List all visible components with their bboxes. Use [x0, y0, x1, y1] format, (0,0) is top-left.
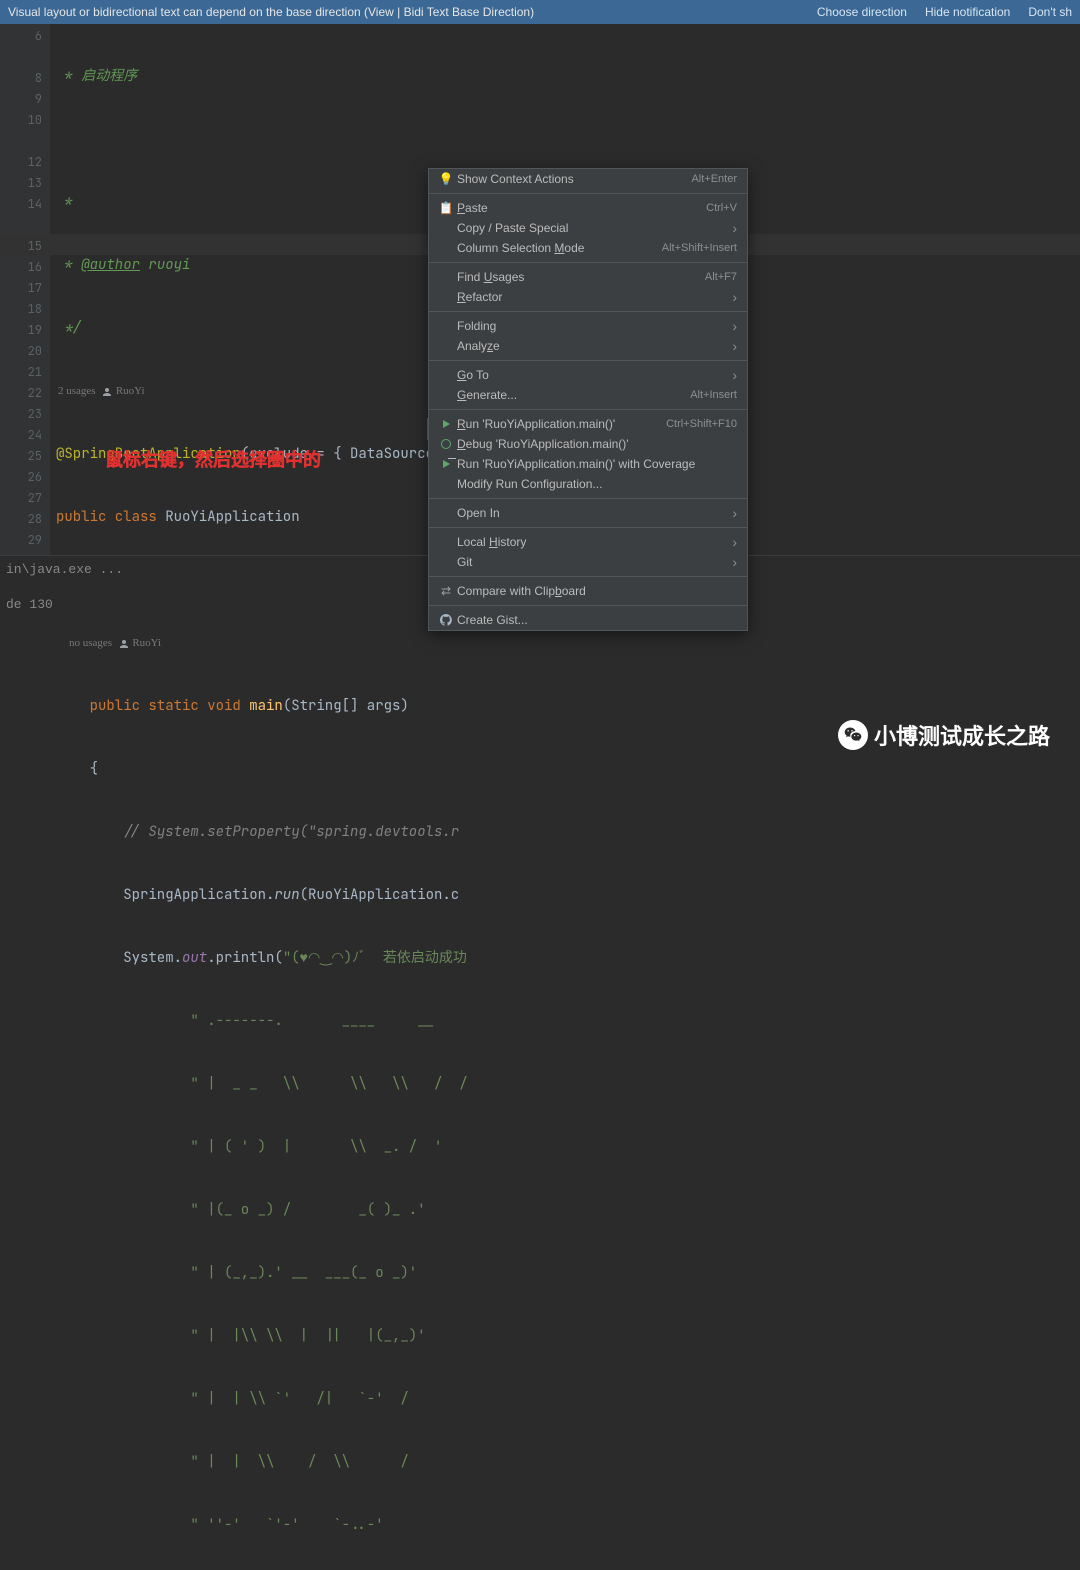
- menu-find-usages[interactable]: Find UsagesAlt+F7: [429, 267, 747, 287]
- choose-direction-link[interactable]: Choose direction: [817, 5, 907, 19]
- menu-compare-clipboard[interactable]: ⇄Compare with Clipboard: [429, 581, 747, 601]
- watermark: 小博测试成长之路: [838, 719, 1050, 751]
- instruction-annotation: 鼠标右键，然后选择圈中的: [105, 446, 321, 472]
- menu-go-to[interactable]: Go To: [429, 365, 747, 385]
- github-icon: [437, 614, 455, 626]
- menu-debug-main[interactable]: Debug 'RuoYiApplication.main()': [429, 434, 747, 454]
- gutter: 6 8 9 10 12 13 14 15 16 17 18 19 20 21 2…: [0, 24, 50, 555]
- menu-refactor[interactable]: Refactor: [429, 287, 747, 307]
- person-icon: [101, 386, 113, 398]
- menu-context-actions[interactable]: 💡Show Context ActionsAlt+Enter: [429, 169, 747, 189]
- menu-folding[interactable]: Folding: [429, 316, 747, 336]
- menu-modify-config[interactable]: Modify Run Configuration...: [429, 474, 747, 494]
- menu-open-in[interactable]: Open In: [429, 503, 747, 523]
- menu-run-coverage[interactable]: Run 'RuoYiApplication.main()' with Cover…: [429, 454, 747, 474]
- bulb-icon: 💡: [437, 172, 455, 186]
- watermark-text: 小博测试成长之路: [874, 719, 1050, 751]
- notification-message: Visual layout or bidirectional text can …: [8, 5, 817, 19]
- menu-local-history[interactable]: Local History: [429, 532, 747, 552]
- menu-run-main[interactable]: Run 'RuoYiApplication.main()'Ctrl+Shift+…: [429, 414, 747, 434]
- menu-analyze[interactable]: Analyze: [429, 336, 747, 356]
- menu-generate[interactable]: Generate...Alt+Insert: [429, 385, 747, 405]
- hide-notification-link[interactable]: Hide notification: [925, 5, 1010, 19]
- paste-icon: 📋: [437, 201, 455, 215]
- menu-paste[interactable]: 📋PasteCtrl+V: [429, 198, 747, 218]
- compare-icon: ⇄: [437, 584, 455, 598]
- notification-links: Choose direction Hide notification Don't…: [817, 5, 1072, 19]
- play-icon: [437, 420, 455, 428]
- context-menu: 💡Show Context ActionsAlt+Enter 📋PasteCtr…: [428, 168, 748, 631]
- notification-bar: Visual layout or bidirectional text can …: [0, 0, 1080, 24]
- menu-copy-paste-special[interactable]: Copy / Paste Special: [429, 218, 747, 238]
- person-icon: [118, 638, 130, 650]
- menu-git[interactable]: Git: [429, 552, 747, 572]
- menu-create-gist[interactable]: Create Gist...: [429, 610, 747, 630]
- menu-column-selection[interactable]: Column Selection ModeAlt+Shift+Insert: [429, 238, 747, 258]
- bug-icon: [437, 439, 455, 449]
- inlay-hint-main[interactable]: no usages RuoYi: [58, 633, 1080, 654]
- coverage-icon: [437, 460, 455, 468]
- wechat-icon: [838, 720, 868, 750]
- dont-show-link[interactable]: Don't sh: [1028, 5, 1072, 19]
